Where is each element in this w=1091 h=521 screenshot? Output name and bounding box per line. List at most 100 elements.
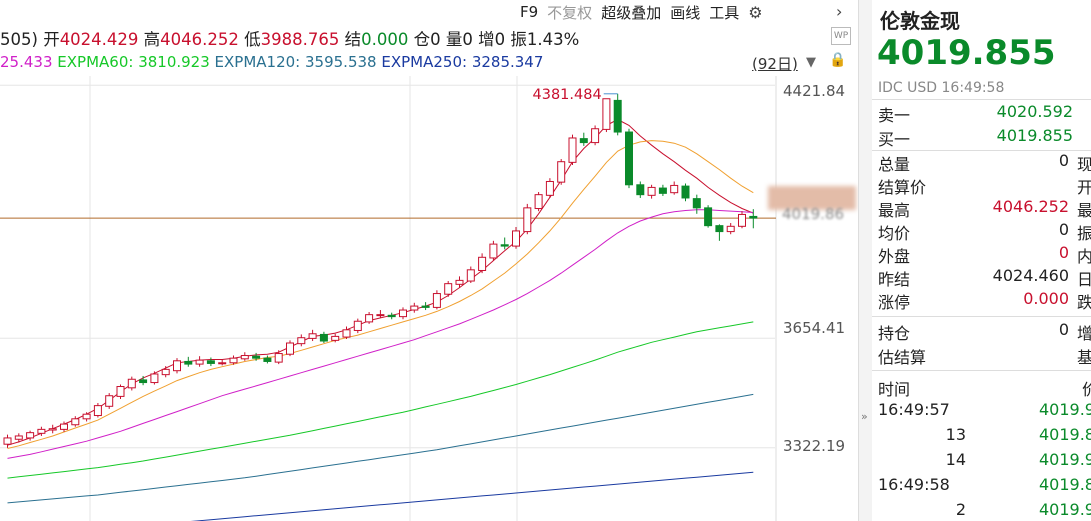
candle-up xyxy=(478,256,487,271)
candle-up xyxy=(523,207,532,233)
open-value: 4024.429 xyxy=(59,30,139,49)
divider xyxy=(872,370,1091,371)
oi-label: 持仓 xyxy=(878,324,911,343)
stat-value: 4046.252 xyxy=(992,197,1069,216)
candle-up xyxy=(444,283,453,295)
candle-down xyxy=(319,333,328,342)
candle-down xyxy=(206,360,215,364)
stat-cut-label: 现 xyxy=(1077,155,1091,174)
oi-row: 持仓 0 增 xyxy=(878,320,1091,343)
chevron-right-icon[interactable]: › xyxy=(836,2,842,21)
stat-label: 涨停 xyxy=(878,293,911,312)
candle-down xyxy=(387,314,396,318)
inc-label: 增 xyxy=(478,30,495,49)
instrument-meta: IDC USD 16:49:58 xyxy=(878,80,1005,96)
time-header: 时间 xyxy=(878,380,911,399)
candle-up xyxy=(602,98,611,130)
gear-icon[interactable]: ⚙ xyxy=(748,3,762,22)
settle-label: 结 xyxy=(344,30,362,49)
tick-time: 16:49:58 xyxy=(878,475,950,494)
ma-legend-60: EXPMA60: 3810.923 xyxy=(57,53,210,71)
candle-up xyxy=(173,360,181,372)
high-label: 高 xyxy=(143,30,161,49)
candle-down xyxy=(704,207,713,227)
stat-cut-label: 基 xyxy=(1077,348,1091,367)
candle-up xyxy=(353,320,362,331)
candle-up xyxy=(534,194,543,210)
tick-price: 4019.9 xyxy=(1039,400,1091,419)
candle-up xyxy=(670,184,679,194)
stat-label: 最高 xyxy=(878,201,911,220)
candle-up xyxy=(195,359,204,365)
amp-value: 1.43% xyxy=(526,30,580,49)
no-restore-button[interactable]: 不复权 xyxy=(547,2,592,23)
tools-button[interactable]: 工具 xyxy=(709,2,739,23)
candle-up xyxy=(557,161,566,183)
stat-row: 昨结 4024.460 日 xyxy=(878,266,1091,289)
high-value: 4046.252 xyxy=(160,30,239,49)
f9-button[interactable]: F9 xyxy=(520,3,538,21)
kline-chart[interactable]: 4381.484 xyxy=(0,0,858,521)
vol-value: 0 xyxy=(462,30,473,49)
candle-up xyxy=(71,418,80,426)
tick-time: 13 xyxy=(945,425,966,444)
candle-up xyxy=(591,128,600,144)
axis-label-top: 4421.84 xyxy=(783,82,846,100)
axis-label-low: 3322.19 xyxy=(783,437,846,455)
price-header: 价 xyxy=(1082,380,1091,399)
wp-icon[interactable]: WP xyxy=(831,27,851,45)
candle-up xyxy=(116,386,125,397)
divider xyxy=(872,316,1091,317)
candle-up xyxy=(726,225,735,233)
candle-up xyxy=(738,213,746,227)
tick-price: 4019.9 xyxy=(1039,450,1091,469)
inc-value: 0 xyxy=(494,30,506,49)
candle-down xyxy=(636,184,645,196)
candle-up xyxy=(14,435,23,440)
double-chevron-icon[interactable]: » xyxy=(861,410,868,423)
amp-label: 振 xyxy=(510,30,527,49)
candle-down xyxy=(139,379,148,384)
tick-time: 14 xyxy=(945,450,966,469)
stat-cut-label: 内 xyxy=(1077,247,1091,266)
candle-down xyxy=(579,138,588,144)
tick-row: 14 4019.9 xyxy=(878,450,1091,475)
candle-down xyxy=(692,198,701,209)
quote-info-line: 505) 开4024.429 高4046.252 低3988.765 结0.00… xyxy=(0,26,579,50)
est-row: 估结算 基 xyxy=(878,344,1091,367)
quote-panel: 伦敦金现 4019.855 IDC USD 16:49:58 卖一 4020.5… xyxy=(872,0,1091,521)
overlay-button[interactable]: 超级叠加 xyxy=(601,2,661,23)
draw-line-button[interactable]: 画线 xyxy=(670,2,700,23)
lock-icon[interactable]: 🔒 xyxy=(829,52,846,68)
candle-up xyxy=(93,405,102,417)
last-price: 4019.855 xyxy=(877,33,1056,73)
triangle-down-icon[interactable]: ▼ xyxy=(806,55,816,70)
period-selector[interactable]: (92日) xyxy=(752,53,798,74)
stat-row: 结算价 开 xyxy=(878,174,1091,197)
bid-row: 买一 4019.855 xyxy=(878,126,1091,149)
tick-time: 2 xyxy=(955,500,966,519)
stat-cut-label: 最 xyxy=(1077,201,1091,220)
stat-cut-label: 开 xyxy=(1077,178,1091,197)
tick-row: 2 4019.9 xyxy=(878,500,1091,521)
candle-up xyxy=(3,437,12,445)
candle-up xyxy=(161,368,170,376)
stat-label: 结算价 xyxy=(878,178,927,197)
candle-up xyxy=(297,337,306,345)
bid-value: 4019.855 xyxy=(996,126,1073,145)
tick-row: 16:49:57 4019.9 xyxy=(878,400,1091,425)
candle-up xyxy=(455,279,464,285)
candle-down xyxy=(184,360,193,365)
candle-down xyxy=(252,355,261,359)
candle-up xyxy=(568,137,577,163)
kline-chart-area[interactable]: 4381.484 F9 不复权 超级叠加 画线 工具 ⚙ › WP 505) 开… xyxy=(0,0,858,521)
ma-legend-120: EXPMA120: 3595.538 xyxy=(214,53,377,71)
divider xyxy=(872,99,1091,100)
stat-label: 外盘 xyxy=(878,247,911,266)
settle-value: 0.000 xyxy=(361,30,409,49)
tick-price: 4019.8 xyxy=(1039,425,1091,444)
tick-row: 13 4019.8 xyxy=(878,425,1091,450)
panel-toggle[interactable]: » xyxy=(858,0,872,521)
est-label: 估结算 xyxy=(878,348,927,367)
ma60-line xyxy=(7,321,754,479)
